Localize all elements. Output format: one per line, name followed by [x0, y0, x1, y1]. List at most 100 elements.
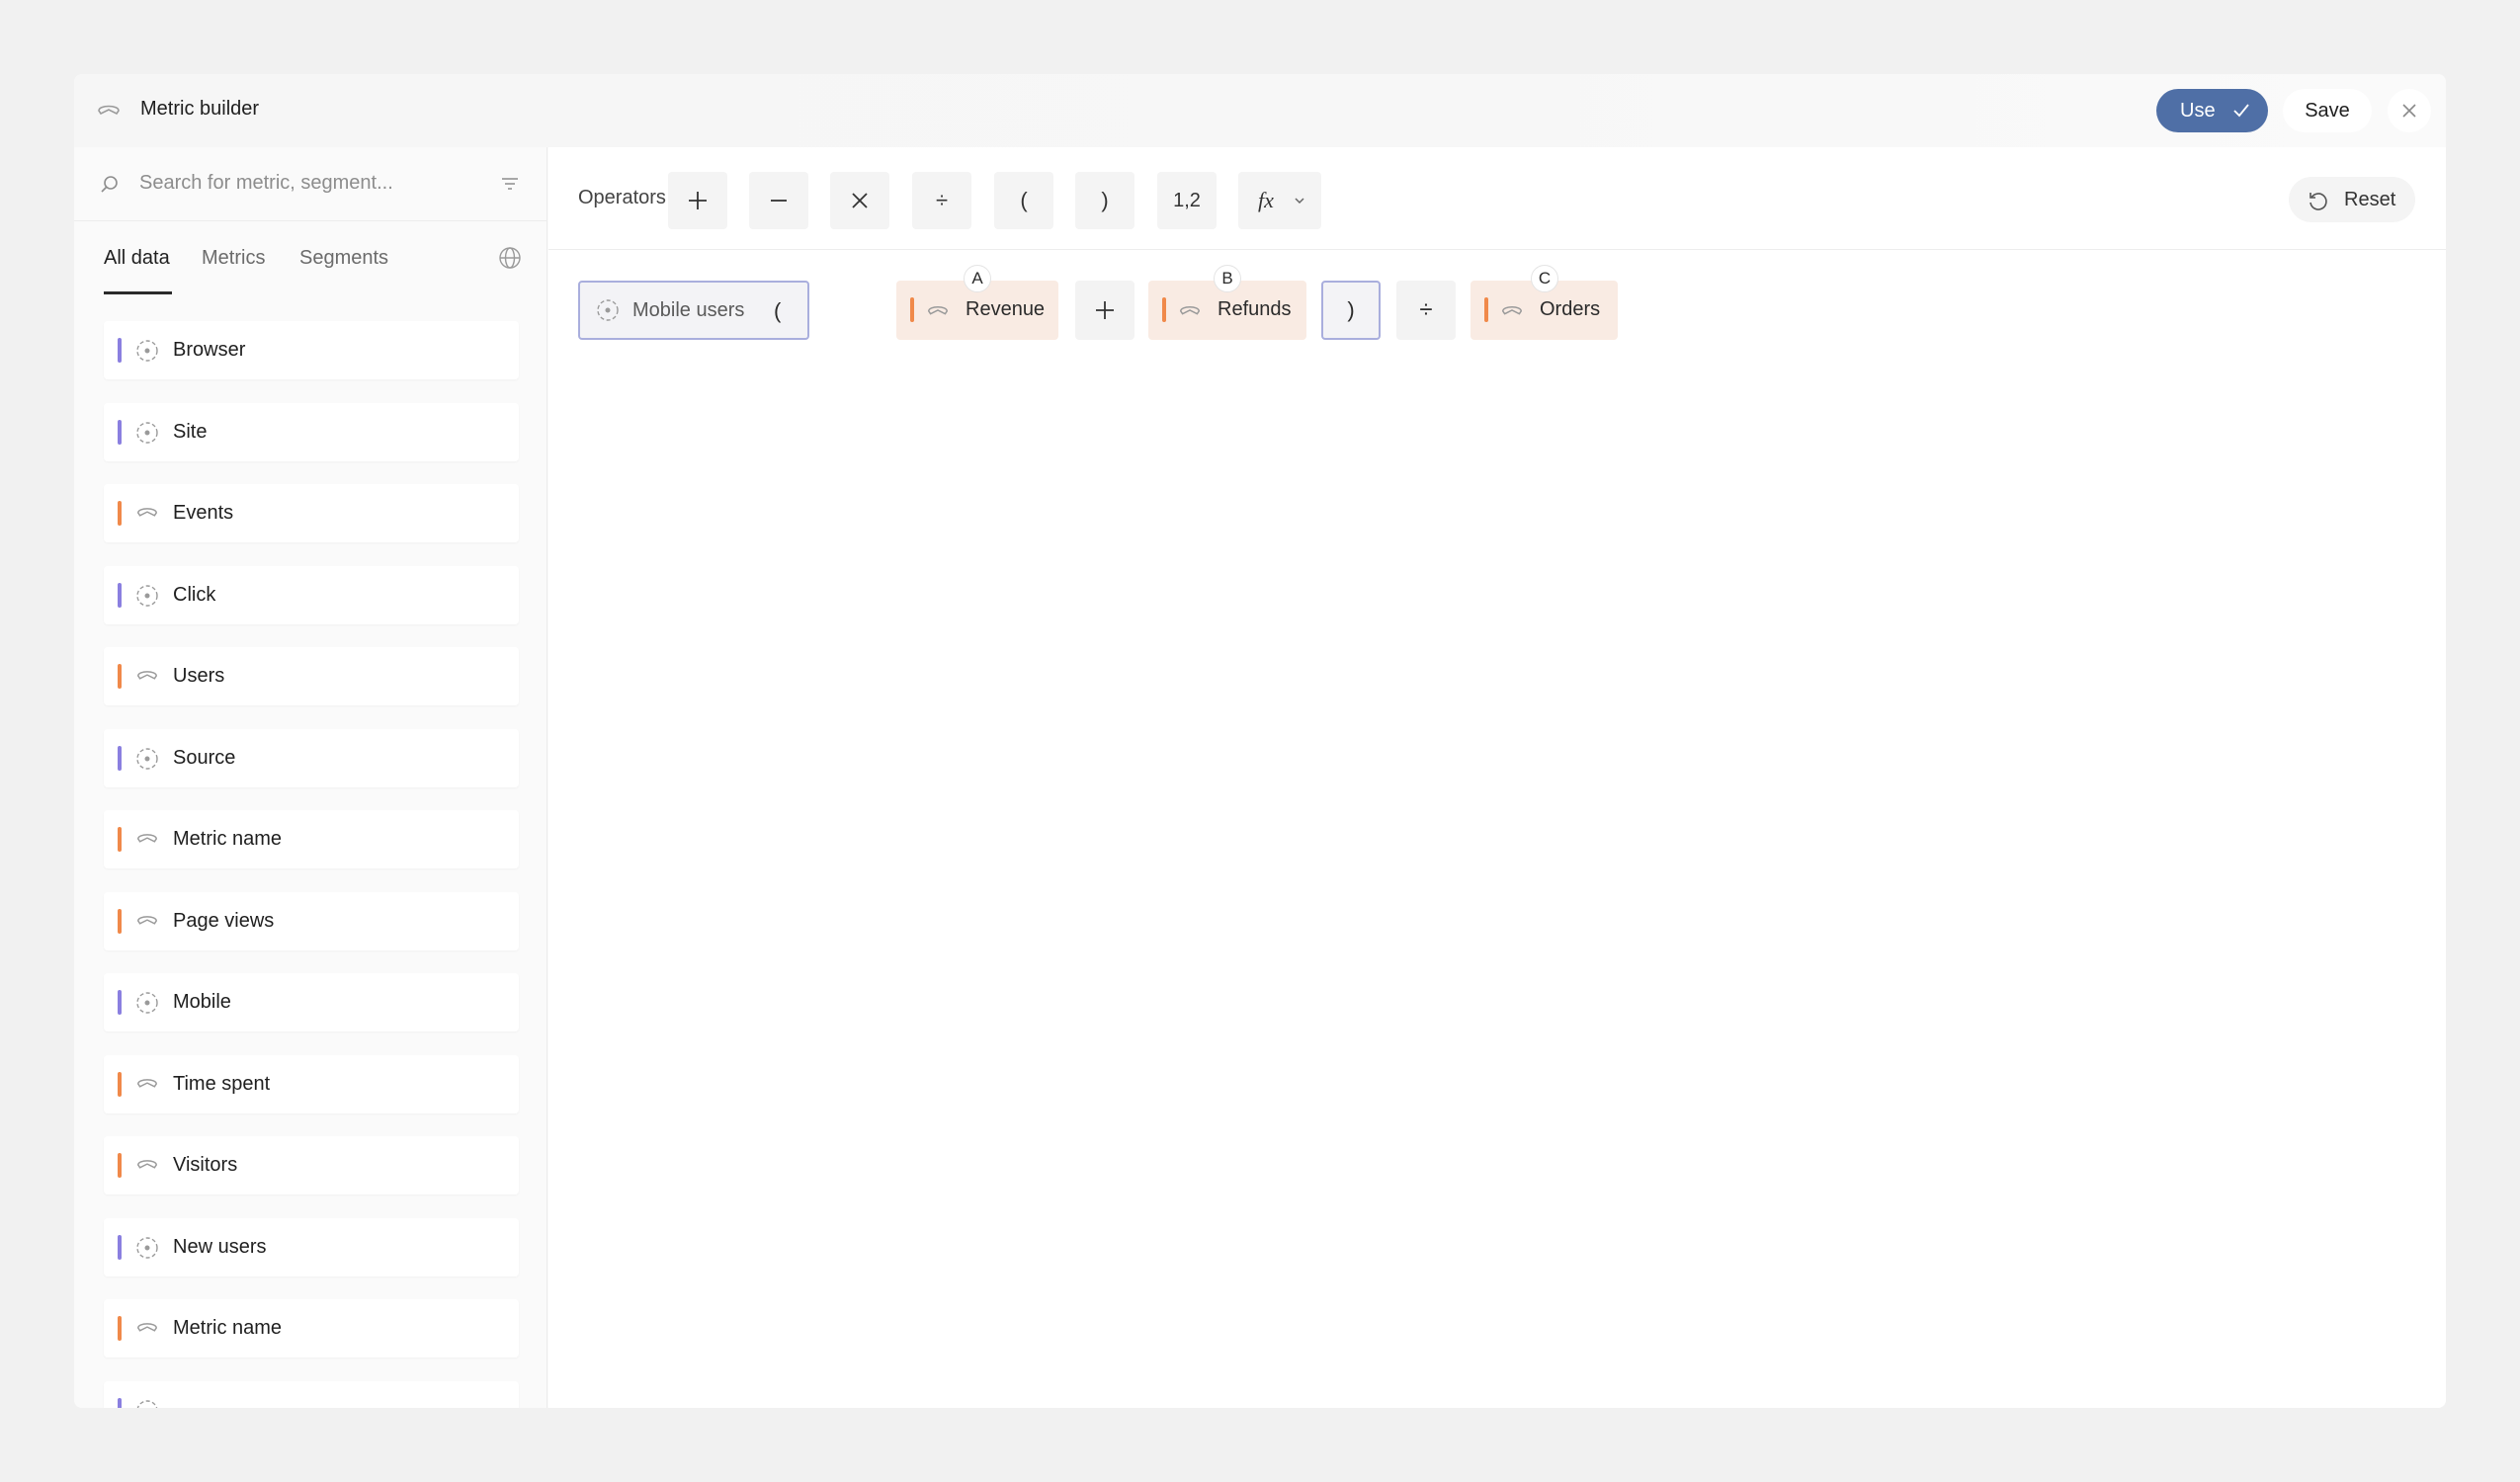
formula-divide-label: ÷ — [1419, 296, 1433, 323]
segment-color-bar — [118, 990, 122, 1015]
tabs: All data Metrics Segments — [74, 221, 546, 296]
operators-label: Operators — [578, 187, 666, 208]
list-item[interactable]: Events — [104, 484, 519, 542]
metric-icon — [1502, 306, 1522, 315]
list-item-label: Site — [173, 420, 208, 443]
sidebar: All data Metrics Segments Browser Site Eve… — [74, 147, 547, 1408]
metric-icon — [135, 910, 159, 934]
formula-metric-c-label: Orders — [1540, 298, 1601, 320]
list-item[interactable]: Metric name — [104, 1299, 519, 1358]
formula-metric-a-label: Revenue — [966, 298, 1046, 320]
segment-color-bar — [118, 745, 122, 771]
formula-close-paren-token[interactable]: ) — [1321, 281, 1381, 340]
metric-icon — [135, 1317, 159, 1341]
search-bar — [74, 147, 546, 221]
divide-operator-label: ÷ — [935, 188, 949, 212]
function-label: fx — [1258, 188, 1274, 212]
formula-plus-token[interactable] — [1075, 281, 1134, 340]
segment-icon — [135, 421, 159, 445]
open-paren-operator-button[interactable]: ( — [994, 172, 1053, 229]
list-item[interactable]: Users — [104, 647, 519, 705]
metric-icon — [135, 665, 159, 689]
metric-color-bar — [118, 1071, 122, 1097]
metric-color-bar — [118, 1153, 122, 1178]
tab-segments[interactable]: Segments — [299, 247, 388, 270]
formula-metric-a-token[interactable]: Revenue A — [896, 265, 1058, 340]
close-paren-operator-button[interactable]: ) — [1075, 172, 1134, 229]
metric-icon — [135, 1154, 159, 1178]
metric-color-bar — [118, 501, 122, 526]
list-item-label: Browser — [173, 339, 246, 361]
plus-operator-button[interactable] — [668, 172, 727, 229]
minus-operator-button[interactable] — [749, 172, 808, 229]
close-paren-label: ) — [1101, 188, 1109, 212]
use-button[interactable]: Use — [2156, 89, 2268, 132]
segment-icon — [135, 747, 159, 771]
segment-icon — [135, 1236, 159, 1260]
segment-icon — [135, 1399, 159, 1408]
formula-metric-b-token[interactable]: Refunds B — [1148, 265, 1306, 340]
list-item[interactable]: Page views — [104, 891, 519, 950]
segment-icon — [135, 991, 159, 1015]
segment-color-bar — [118, 582, 122, 608]
close-button[interactable] — [2388, 89, 2431, 132]
formula-badge-b: B — [1214, 265, 1241, 292]
list-item-label: Events — [173, 502, 234, 524]
list-item[interactable] — [104, 1380, 519, 1408]
divide-operator-button[interactable]: ÷ — [912, 172, 971, 229]
formula-metric-b-label: Refunds — [1218, 298, 1292, 320]
list-item[interactable]: Click — [104, 565, 519, 624]
reset-button[interactable]: Reset — [2289, 177, 2415, 222]
metric-color-bar — [1162, 297, 1166, 322]
tab-metrics[interactable]: Metrics — [202, 247, 265, 270]
metric-icon — [1180, 306, 1200, 315]
list-item[interactable]: New users — [104, 1217, 519, 1276]
chevron-down-icon — [1295, 198, 1304, 205]
list-item[interactable]: Source — [104, 728, 519, 787]
tab-all-data[interactable]: All data — [104, 247, 170, 270]
list-item[interactable]: Metric name — [104, 810, 519, 868]
list-item-label: New users — [173, 1235, 267, 1258]
multiply-operator-button[interactable] — [830, 172, 889, 229]
formula-divide-token[interactable]: ÷ — [1396, 281, 1456, 340]
list-item-label: Time spent — [173, 1072, 271, 1095]
function-dropdown[interactable]: fx — [1238, 172, 1321, 229]
formula-close-paren-label: ) — [1347, 297, 1355, 322]
list-item-label: Metric name — [173, 828, 283, 850]
plus-icon — [1096, 301, 1114, 319]
minus-icon — [771, 200, 787, 202]
metric-icon — [135, 1073, 159, 1097]
formula-segment-token[interactable]: Mobile users ( — [578, 281, 809, 340]
search-input[interactable] — [139, 172, 456, 195]
reset-label: Reset — [2344, 188, 2396, 210]
formula-badge-c: C — [1531, 265, 1558, 292]
active-tab-indicator — [104, 291, 172, 294]
list-item[interactable]: Mobile — [104, 973, 519, 1031]
list-item[interactable]: Visitors — [104, 1136, 519, 1194]
save-button[interactable]: Save — [2283, 89, 2372, 132]
formula-metric-c-token[interactable]: Orders C — [1470, 265, 1618, 340]
header: Metric builder Use Save — [74, 74, 2446, 147]
open-paren-label: ( — [1020, 188, 1028, 212]
close-icon — [2402, 104, 2416, 118]
segment-color-bar — [118, 1397, 122, 1408]
metric-color-bar — [1484, 297, 1488, 322]
filter-icon[interactable] — [501, 176, 519, 192]
formula-badge-a: A — [964, 265, 991, 292]
metric-icon — [98, 105, 120, 116]
multiply-icon — [852, 193, 868, 208]
globe-icon[interactable] — [498, 246, 522, 270]
formula-editor: Operators ÷ ( ) 1,2 fx Reset Mobile user… — [548, 147, 2446, 1408]
modal-title: Metric builder — [140, 98, 260, 120]
segment-color-bar — [118, 1234, 122, 1260]
segment-icon — [135, 584, 159, 608]
list-item[interactable]: Time spent — [104, 1054, 519, 1113]
number-operator-button[interactable]: 1,2 — [1157, 172, 1217, 229]
list-item[interactable]: Browser — [104, 321, 519, 379]
list-item[interactable]: Site — [104, 402, 519, 461]
list-item-label: Click — [173, 583, 216, 606]
list-item-label: Mobile — [173, 991, 231, 1013]
check-icon — [2233, 104, 2249, 118]
metric-color-bar — [118, 664, 122, 689]
use-button-label: Use — [2180, 99, 2216, 122]
